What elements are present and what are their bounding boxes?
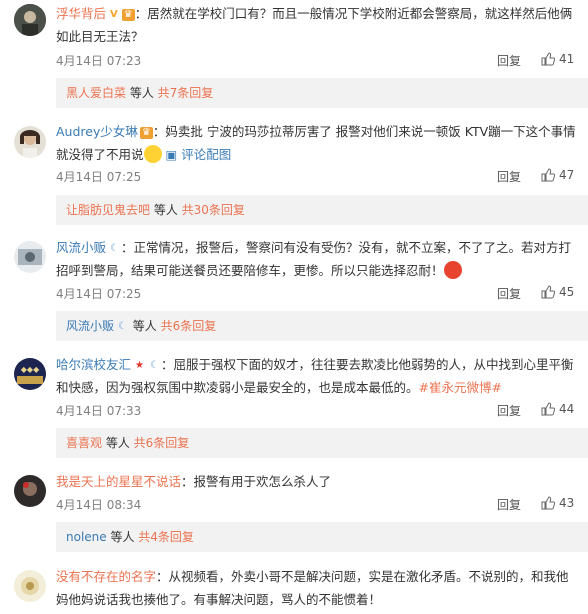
sub-reply-bar: 让脂肪见鬼去吧 等人 共30条回复 (56, 195, 588, 225)
sub-reply-count[interactable]: 共4条回复 (138, 530, 194, 544)
svg-text:◆◆◆: ◆◆◆ (21, 365, 40, 374)
reply-button[interactable]: 回复 (497, 52, 521, 69)
vip-icon: ♛ (121, 9, 135, 21)
avatar[interactable] (14, 4, 46, 36)
sub-reply-count[interactable]: 共7条回复 (158, 86, 214, 100)
comment-image-link[interactable]: ▣ 评论配图 (166, 147, 232, 162)
thumbs-up-icon (541, 52, 556, 66)
username[interactable]: Audrey少女琳 (56, 124, 138, 139)
reply-button[interactable]: 回复 (497, 285, 521, 302)
sub-reply-bar: nolene 等人 共4条回复 (56, 522, 588, 552)
hashtag-link[interactable]: #崔永元微博# (419, 380, 502, 395)
username[interactable]: 我是天上的星星不说话 (56, 474, 181, 489)
smile-emoji-icon (143, 145, 162, 163)
reply-button[interactable]: 回复 (497, 402, 521, 419)
like-button[interactable]: 43 (541, 496, 574, 510)
sub-reply-bar: 风流小贩 ☾ 等人 共6条回复 (56, 311, 588, 341)
like-count: 43 (559, 496, 575, 510)
sub-reply-count[interactable]: 共6条回复 (134, 436, 190, 450)
comment-body: 没有不存在的名字：从视频看，外卖小哥不是解决问题，实是在激化矛盾。不说别的，和我… (56, 565, 576, 611)
like-count: 47 (559, 168, 575, 182)
like-count: 41 (559, 52, 575, 66)
comment-time: 4月14日 07:25 (56, 170, 142, 184)
moon-badge-icon: ☾ (110, 243, 119, 254)
comment-image-link-label: 评论配图 (181, 147, 232, 162)
comment-body: 风流小贩 ☾ ：正常情况，报警后，警察问有没有受伤？没有，就不立案，不了了之。若对方… (56, 236, 576, 282)
avatar[interactable]: ◆◆◆ (14, 358, 46, 390)
sub-reply-user[interactable]: 黑人爱白菜 (66, 86, 126, 100)
vip-icon: ♛ (139, 127, 153, 139)
sub-reply-text: 等人 (106, 530, 139, 544)
thumbs-up-icon (541, 402, 556, 416)
sub-reply-count[interactable]: 共6条回复 (161, 319, 217, 333)
angry-emoji-icon (443, 261, 462, 279)
avatar[interactable] (14, 126, 46, 158)
comment-time: 4月14日 07:33 (56, 404, 142, 418)
username[interactable]: 哈尔滨校友汇 (56, 357, 131, 372)
sub-reply-user[interactable]: nolene (66, 530, 107, 544)
reply-button[interactable]: 回复 (497, 496, 521, 513)
comment-text: ：正常情况，报警后，警察问有没有受伤？没有，就不立案，不了了之。若对方打招呼到警… (56, 240, 571, 278)
sub-reply-text: 等人 (128, 319, 161, 333)
sub-reply-user[interactable]: 让脂肪见鬼去吧 (66, 203, 150, 217)
comment-body: 浮华背后 V ♛ ：居然就在学校门口有？而且一般情况下学校附近都会警察局，就这样然后他… (56, 2, 576, 48)
username[interactable]: 没有不存在的名字 (56, 569, 156, 584)
sub-reply-text: 等人 (126, 86, 158, 100)
like-button[interactable]: 45 (541, 285, 574, 299)
avatar[interactable] (14, 570, 46, 602)
sub-reply-bar: 喜喜观 等人 共6条回复 (56, 428, 588, 458)
comment-body: 我是天上的星星不说话：报警有用于欢怎么杀人了 (56, 470, 576, 493)
sub-reply-bar: 黑人爱白菜 等人 共7条回复 (56, 78, 588, 108)
sub-reply-text: 等人 (150, 203, 182, 217)
sub-reply-count[interactable]: 共30条回复 (182, 203, 245, 217)
sub-reply-user[interactable]: 喜喜观 (66, 436, 102, 450)
verified-icon: V (110, 9, 118, 20)
reply-button[interactable]: 回复 (497, 168, 521, 185)
thumbs-up-icon (541, 285, 556, 299)
star-badge-icon: ★ (135, 360, 144, 371)
avatar[interactable] (14, 241, 46, 273)
like-button[interactable]: 44 (541, 402, 574, 416)
comment-body: 哈尔滨校友汇 ★ ☾ ：屈服于强权下面的奴才，往往要去欺凌比他弱势的人，从中找到心里平… (56, 353, 576, 399)
like-count: 44 (559, 402, 575, 416)
moon-badge-icon: ☾ (149, 360, 159, 371)
thumbs-up-icon (541, 496, 556, 510)
sub-reply-user[interactable]: 风流小贩 (66, 319, 114, 333)
username[interactable]: 浮华背后 (56, 6, 106, 21)
avatar[interactable] (14, 475, 46, 507)
comment-text: ：报警有用于欢怎么杀人了 (181, 474, 332, 489)
like-button[interactable]: 47 (541, 168, 574, 182)
thumbs-up-icon (541, 168, 556, 182)
comment-body: Audrey少女琳 ♛ ：妈卖批 宁波的玛莎拉蒂厉害了 报警对他们来说一顿饭 KTV… (56, 120, 576, 166)
sub-reply-text: 等人 (102, 436, 134, 450)
comment-time: 4月14日 07:25 (56, 287, 142, 301)
username[interactable]: 风流小贩 (56, 240, 106, 255)
moon-badge-icon: ☾ (118, 321, 127, 332)
comment-time: 4月14日 08:34 (56, 498, 142, 512)
like-count: 45 (559, 285, 575, 299)
like-button[interactable]: 41 (541, 52, 574, 66)
comment-time: 4月14日 07:23 (56, 54, 142, 68)
